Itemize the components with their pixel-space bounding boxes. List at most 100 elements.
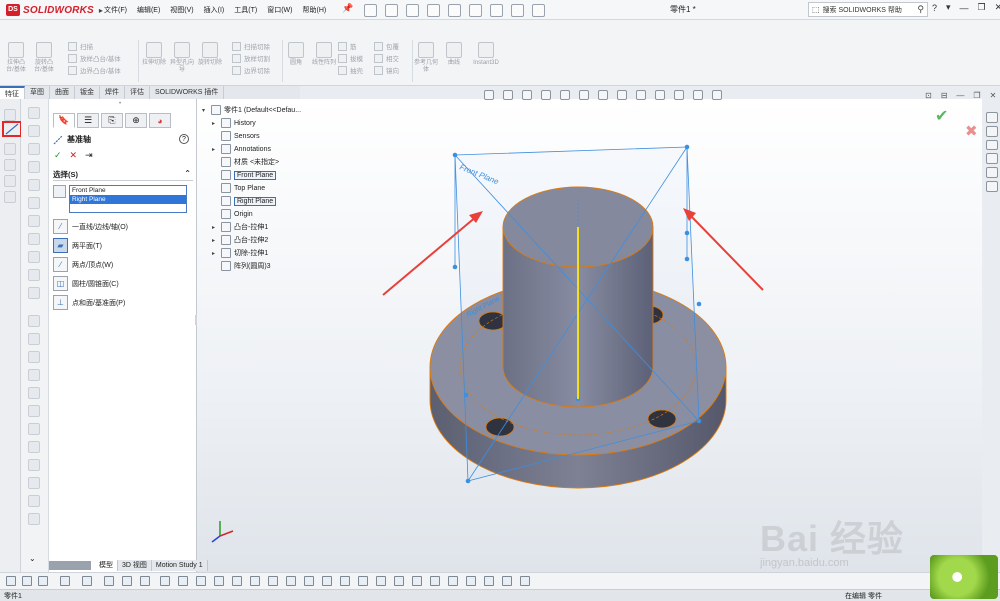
tool-icon[interactable] xyxy=(502,576,512,586)
pin-menu-icon[interactable]: 📌 xyxy=(342,3,353,14)
reference-geometry-button[interactable]: 参考几何体 xyxy=(414,42,438,74)
viewport-tile-icon[interactable]: ⊟ xyxy=(941,91,948,100)
tool-icon[interactable] xyxy=(376,576,386,586)
tree-item-annotations[interactable]: ▸ Annotations xyxy=(212,143,271,155)
tab-weldments[interactable]: 焊件 xyxy=(100,86,125,99)
option-two-points[interactable]: ∕ 两点/顶点(W) xyxy=(53,257,113,272)
menu-insert[interactable]: 插入(I) xyxy=(204,5,225,15)
tool-icon[interactable] xyxy=(484,576,494,586)
menu-file[interactable]: 文件(F) xyxy=(104,5,127,15)
tab-property-manager[interactable]: ☰ xyxy=(77,113,99,128)
tool-icon[interactable] xyxy=(104,576,114,586)
undo-icon[interactable] xyxy=(448,3,461,17)
apply-scene-icon[interactable] xyxy=(655,90,665,100)
axis-tool-highlight[interactable] xyxy=(2,121,22,137)
loft-boss-button[interactable]: 放样凸台/基体 xyxy=(68,52,121,64)
tool-icon[interactable] xyxy=(122,576,132,586)
file-properties-icon[interactable] xyxy=(511,3,524,17)
option-two-planes[interactable]: ▰ 两平面(T) xyxy=(53,238,102,253)
tool-icon[interactable] xyxy=(358,576,368,586)
display-style-icon[interactable] xyxy=(598,90,608,100)
sweep-button[interactable]: 扫描 xyxy=(68,40,121,52)
tool-icon[interactable] xyxy=(28,287,40,299)
tool-icon[interactable] xyxy=(28,233,40,245)
hide-show-icon[interactable] xyxy=(617,90,627,100)
tree-item-sensors[interactable]: Sensors xyxy=(212,130,260,142)
tree-item-right-plane[interactable]: Right Plane xyxy=(212,195,277,207)
fillet-button[interactable]: 圆角 xyxy=(284,42,308,67)
tool-icon[interactable] xyxy=(412,576,422,586)
tool-icon[interactable] xyxy=(60,576,70,586)
tool-icon[interactable] xyxy=(28,215,40,227)
open-icon[interactable] xyxy=(385,3,398,17)
viewport-maximize-icon[interactable]: ❐ xyxy=(973,91,980,100)
tree-item-boss-extrude2[interactable]: ▸ 凸台-拉伸2 xyxy=(212,234,268,246)
tool-icon[interactable] xyxy=(28,477,40,489)
expand-arrow-icon[interactable]: ▸ xyxy=(212,224,218,231)
tab-evaluate[interactable]: 评估 xyxy=(125,86,150,99)
intersect-button[interactable]: 相交 xyxy=(374,52,399,64)
tool-icon[interactable] xyxy=(28,179,40,191)
option-cylindrical-face[interactable]: ◫ 圆柱/圆锥面(C) xyxy=(53,276,119,291)
viewport-restore-icon[interactable]: ⊡ xyxy=(925,91,932,100)
extrude-cut-button[interactable]: 拉伸切除 xyxy=(142,42,166,74)
tab-dimxpert[interactable]: ⊕ xyxy=(125,113,147,128)
point-icon[interactable] xyxy=(4,143,16,155)
tool-icon[interactable] xyxy=(28,405,40,417)
selection-item[interactable]: Front Plane xyxy=(70,186,186,195)
tool-icon[interactable] xyxy=(268,576,278,586)
help-icon[interactable]: ? xyxy=(932,3,937,13)
expand-toolbar-icon[interactable]: ⌄ xyxy=(29,554,36,563)
menu-window[interactable]: 窗口(W) xyxy=(267,5,292,15)
shell-button[interactable]: 抽壳 xyxy=(338,64,363,76)
tab-sketch[interactable]: 草图 xyxy=(25,86,50,99)
hole-wizard-button[interactable]: 异型孔向导 xyxy=(170,42,194,74)
solidworks-logo[interactable]: DS SOLIDWORKS ▸ xyxy=(6,3,103,17)
restore-icon[interactable]: ❐ xyxy=(978,2,986,13)
mate-reference-icon[interactable] xyxy=(4,175,16,187)
realview-icon[interactable] xyxy=(712,90,722,100)
tool-icon[interactable] xyxy=(28,125,40,137)
expand-arrow-icon[interactable]: ▸ xyxy=(212,120,218,127)
new-icon[interactable] xyxy=(364,3,377,17)
expand-arrow-icon[interactable]: ▸ xyxy=(212,250,218,257)
tool-icon[interactable] xyxy=(286,576,296,586)
menu-edit[interactable]: 编辑(E) xyxy=(137,5,160,15)
collapse-icon[interactable]: ⌃ xyxy=(184,169,191,178)
tab-configuration-manager[interactable]: ⎘ xyxy=(101,113,123,128)
boundary-boss-button[interactable]: 边界凸台/基体 xyxy=(68,64,121,76)
tool-icon[interactable] xyxy=(28,495,40,507)
selection-section-header[interactable]: 选择(S) ⌃ xyxy=(53,169,193,181)
tool-icon[interactable] xyxy=(28,161,40,173)
tool-icon[interactable] xyxy=(28,387,40,399)
tab-feature-manager[interactable]: 🔖 xyxy=(53,113,75,128)
previous-view-icon[interactable] xyxy=(522,90,532,100)
options-gear-icon[interactable] xyxy=(532,3,545,17)
tool-icon[interactable] xyxy=(38,576,48,586)
wrap-button[interactable]: 包覆 xyxy=(374,40,399,52)
tab-3d-views[interactable]: 3D 视图 xyxy=(118,560,152,571)
search-icon[interactable]: ⚲ xyxy=(917,4,924,15)
tool-icon[interactable] xyxy=(28,269,40,281)
edit-appearance-icon[interactable] xyxy=(636,90,646,100)
minimize-icon[interactable]: — xyxy=(960,3,969,13)
confirmation-cancel-icon[interactable]: ✖ xyxy=(965,122,978,140)
tab-motion-study[interactable]: Motion Study 1 xyxy=(151,560,208,571)
print-icon[interactable] xyxy=(427,3,440,17)
tool-icon[interactable] xyxy=(28,333,40,345)
monitor-icon[interactable] xyxy=(693,90,703,100)
cancel-button[interactable]: ✕ xyxy=(70,150,78,161)
tool-icon[interactable] xyxy=(304,576,314,586)
selection-list[interactable]: Front Plane Right Plane xyxy=(69,185,187,213)
linear-pattern-button[interactable]: 线性阵列 xyxy=(312,42,336,67)
viewport-minimize-icon[interactable]: — xyxy=(956,91,964,100)
view-palette-icon[interactable] xyxy=(985,153,998,165)
tab-model[interactable]: 模型 xyxy=(95,560,118,571)
panel-grip[interactable]: • xyxy=(119,101,121,107)
confirmation-ok-icon[interactable]: ✔ xyxy=(935,106,948,126)
help-dropdown-icon[interactable]: ▾ xyxy=(946,2,951,13)
tool-icon[interactable] xyxy=(250,576,260,586)
select-icon[interactable] xyxy=(469,3,482,17)
curves-button[interactable]: 曲线 xyxy=(442,42,466,74)
home-icon[interactable] xyxy=(985,112,998,123)
